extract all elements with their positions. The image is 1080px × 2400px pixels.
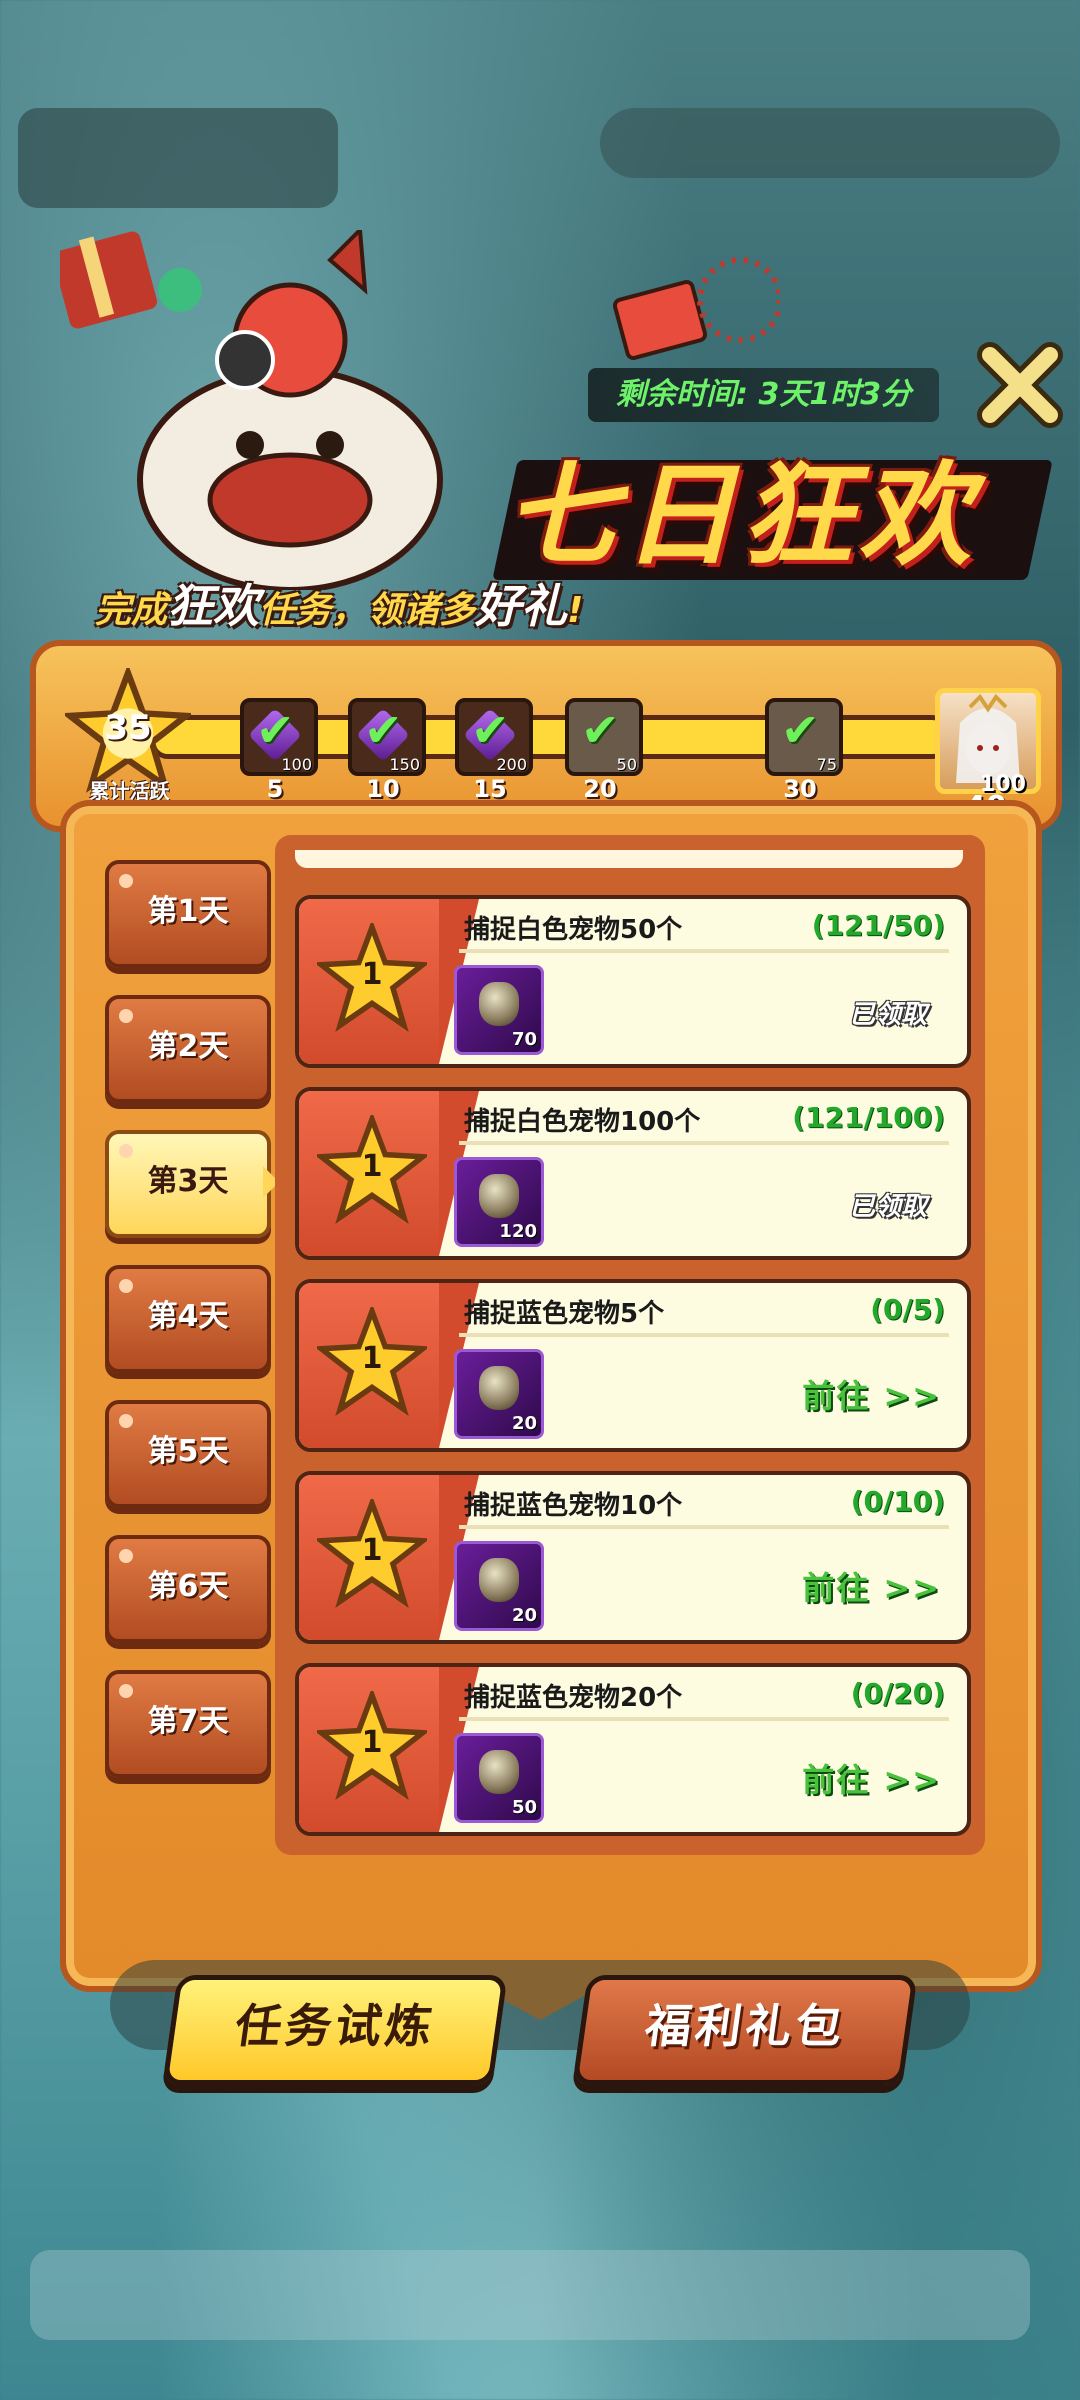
task-list-top-edge xyxy=(295,850,963,868)
day-tab-label: 第4天 xyxy=(147,1299,229,1334)
remaining-time-label: 剩余时间: 3天1时3分 xyxy=(588,368,940,422)
event-character-art xyxy=(60,230,443,590)
task-card: 1 捕捉蓝色宠物20个 (0/20) 50 前往 >> xyxy=(295,1663,971,1836)
reward-qty: 20 xyxy=(511,1605,537,1626)
task-trial-button[interactable]: 任务试炼 xyxy=(162,1975,508,2085)
day-tab[interactable]: 第5天 xyxy=(105,1400,271,1508)
claimed-status: 已领取 xyxy=(848,1000,927,1030)
task-points: 1 xyxy=(361,957,383,992)
claimed-status: 已领取 xyxy=(848,1192,927,1222)
milestone-reward[interactable]: ✔ 150 xyxy=(348,698,426,776)
blurred-currency-hud xyxy=(600,108,1060,178)
bell-item-icon xyxy=(479,1174,519,1218)
tab-dot xyxy=(119,874,133,888)
milestone-label: 5 xyxy=(266,775,284,803)
milestone-amount: 100 xyxy=(281,755,312,774)
day-tab-label: 第2天 xyxy=(147,1029,229,1064)
task-divider xyxy=(459,1717,949,1721)
task-progress: (0/20) xyxy=(850,1677,945,1710)
milestone-amount: 200 xyxy=(496,755,527,774)
task-points: 1 xyxy=(361,1533,383,1568)
close-x-icon[interactable] xyxy=(975,340,1065,430)
task-card: 1 捕捉蓝色宠物5个 (0/5) 20 前往 >> xyxy=(295,1279,971,1452)
goto-button[interactable]: 前往 >> xyxy=(802,1755,941,1801)
checkmark-icon: ✔ xyxy=(581,703,620,757)
task-name: 捕捉白色宠物100个 xyxy=(464,1107,701,1137)
blurred-chat-bar xyxy=(30,2250,1030,2340)
checkmark-icon: ✔ xyxy=(471,703,510,757)
task-name: 捕捉蓝色宠物20个 xyxy=(464,1683,683,1713)
tab-dot xyxy=(119,1279,133,1293)
welfare-pack-button[interactable]: 福利礼包 xyxy=(572,1975,918,2085)
goto-button[interactable]: 前往 >> xyxy=(802,1563,941,1609)
milestone-reward[interactable]: ✔ 50 xyxy=(565,698,643,776)
reward-qty: 50 xyxy=(511,1797,537,1818)
task-card: 1 捕捉蓝色宠物10个 (0/10) 20 前往 >> xyxy=(295,1471,971,1644)
day-tab[interactable]: 第7天 xyxy=(105,1670,271,1778)
day-tab-label: 第1天 xyxy=(147,894,229,929)
bell-item-icon xyxy=(479,1366,519,1410)
event-subtitle: 完成狂欢任务，领诸多好礼! xyxy=(95,579,584,633)
tab-dot xyxy=(119,1549,133,1563)
day-tab-label: 第5天 xyxy=(147,1434,229,1469)
bell-item-icon xyxy=(479,1750,519,1794)
gift-box-icon xyxy=(612,257,780,360)
task-points: 1 xyxy=(361,1149,383,1184)
milestone-reward[interactable]: ✔ 100 xyxy=(240,698,318,776)
day-tab-label: 第3天 xyxy=(147,1164,229,1199)
task-divider xyxy=(459,1141,949,1145)
tab-dot xyxy=(119,1414,133,1428)
task-card: 1 捕捉白色宠物50个 (121/50) 70 已领取 xyxy=(295,895,971,1068)
day-tab-label: 第6天 xyxy=(147,1569,229,1604)
reward-item[interactable]: 120 xyxy=(454,1157,544,1247)
day-tab[interactable]: 第1天 xyxy=(105,860,271,968)
milestone-amount: 75 xyxy=(816,755,837,774)
milestone-amount: 50 xyxy=(616,755,637,774)
reward-item[interactable]: 20 xyxy=(454,1541,544,1631)
task-progress: (121/100) xyxy=(792,1101,945,1134)
event-title: 七日狂欢 xyxy=(505,451,977,581)
tab-dot xyxy=(119,1144,133,1158)
tab-dot xyxy=(119,1684,133,1698)
task-divider xyxy=(459,949,949,953)
tab-dot xyxy=(119,1009,133,1023)
milestone-reward[interactable]: ✔ 200 xyxy=(455,698,533,776)
reward-qty: 20 xyxy=(511,1413,537,1434)
task-divider xyxy=(459,1333,949,1337)
checkmark-icon: ✔ xyxy=(256,703,295,757)
milestone-amount: 150 xyxy=(389,755,420,774)
day-tab[interactable]: 第4天 xyxy=(105,1265,271,1373)
milestone-label: 20 xyxy=(583,775,617,803)
reward-qty: 70 xyxy=(511,1029,537,1050)
milestone-label: 15 xyxy=(473,775,507,803)
task-points: 1 xyxy=(361,1725,383,1760)
reward-item[interactable]: 20 xyxy=(454,1349,544,1439)
goto-button[interactable]: 前往 >> xyxy=(802,1371,941,1417)
task-progress: (121/50) xyxy=(811,909,945,942)
blurred-player-hud xyxy=(18,108,338,208)
bell-item-icon xyxy=(479,1558,519,1602)
milestone-reward[interactable]: ✔ 75 xyxy=(765,698,843,776)
bell-item-icon xyxy=(479,982,519,1026)
checkmark-icon: ✔ xyxy=(781,703,820,757)
milestone-label: 10 xyxy=(366,775,400,803)
task-progress: (0/5) xyxy=(870,1293,945,1326)
milestone-label: 30 xyxy=(783,775,817,803)
task-card: 1 捕捉白色宠物100个 (121/100) 120 已领取 xyxy=(295,1087,971,1260)
task-points: 1 xyxy=(361,1341,383,1376)
reward-qty: 120 xyxy=(499,1221,537,1242)
day-tab-active[interactable]: 第3天 xyxy=(105,1130,271,1238)
task-divider xyxy=(459,1525,949,1529)
day-tab-label: 第7天 xyxy=(147,1704,229,1739)
reward-item[interactable]: 70 xyxy=(454,965,544,1055)
task-name: 捕捉蓝色宠物10个 xyxy=(464,1491,683,1521)
task-progress: (0/10) xyxy=(850,1485,945,1518)
total-activity-value: 35 xyxy=(104,708,152,748)
checkmark-icon: ✔ xyxy=(364,703,403,757)
day-tab[interactable]: 第2天 xyxy=(105,995,271,1103)
task-name: 捕捉蓝色宠物5个 xyxy=(464,1299,665,1329)
task-name: 捕捉白色宠物50个 xyxy=(464,915,683,945)
day-tab[interactable]: 第6天 xyxy=(105,1535,271,1643)
reward-item[interactable]: 50 xyxy=(454,1733,544,1823)
